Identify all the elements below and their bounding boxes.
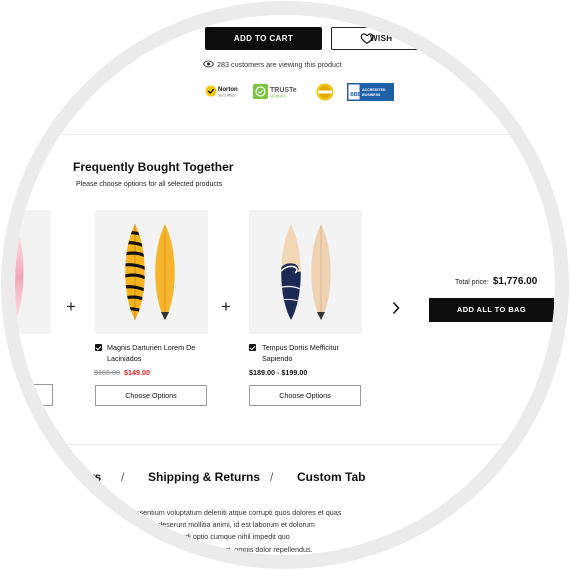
plus-icon: + [66,297,76,316]
section-divider [0,134,570,135]
product-1-old-price: $166.00 [94,368,120,377]
surfboard-image-partial [8,224,24,320]
product-2-name-line1: Tempus Dortis Mefficitur [262,343,339,352]
chevron-right-icon[interactable] [392,301,400,315]
tab-separator: / [270,470,274,484]
product-2-name[interactable]: Tempus Dortis Mefficitur Sapiendo [262,343,372,364]
fbt-subtitle: Please choose options for all selected p… [76,181,223,188]
product-image-2[interactable] [249,210,362,334]
tab-custom[interactable]: Custom Tab [297,470,365,484]
partial-product-link[interactable]: Quam [0,344,19,351]
tab-description: his praesentium voluptatum deleniti atqu… [114,507,364,556]
screenshot-stage: ADD TO CART WISH 283 customers are viewi… [0,0,570,570]
add-to-cart-button[interactable]: ADD TO CART [205,27,322,50]
product-1-name-line1: Magnis Darturien Lorem De [107,343,196,352]
product-page: ADD TO CART WISH 283 customers are viewi… [0,0,570,570]
total-price: Total price: $1,776.00 [455,276,537,287]
norton-badge: Norton SECURED [205,85,238,98]
viewer-text: 283 customers are viewing this product [217,60,342,69]
svg-text:BBB: BBB [350,92,361,98]
product-image-partial[interactable] [0,210,51,334]
tab-shipping-returns[interactable]: Shipping & Returns [148,470,260,484]
bbb-badge: BBB ACCREDITED BUSINESS [347,83,394,101]
product-1-name-line2: Laciniados [107,353,142,363]
product-2-choose-options-button[interactable]: Choose Options [249,385,361,406]
section-divider [0,444,570,445]
norton-sub: SECURED [218,94,236,98]
wishlist-button[interactable]: WISH [331,27,431,50]
product-2-checkbox[interactable] [249,344,256,351]
description-line: tua qui officia deserunt mollitia animi,… [114,520,315,530]
fbt-title: Frequently Bought Together [73,160,234,174]
truste-badge: TRUSTe VERIFIED [253,84,297,99]
tab-partial[interactable]: rs [90,470,101,484]
svg-text:BUSINESS: BUSINESS [362,93,381,97]
viewer-count: 283 customers are viewing this product [203,60,342,69]
surfboard-image-wave [281,224,331,320]
total-label: Total price: [455,279,489,286]
total-value: $1,776.00 [492,276,538,287]
product-1-name[interactable]: Magnis Darturien Lorem De Laciniados [107,343,217,364]
product-1-sale-price: $149.00 [124,368,150,377]
plus-icon: + [221,297,231,316]
description-line: mus, omnis voluptas assumenda est, omnis… [114,544,313,554]
product-1-checkbox[interactable] [95,344,102,351]
heart-icon [360,33,374,44]
product-image-1[interactable] [95,210,208,334]
description-line: his praesentium voluptatum deleniti atqu… [114,508,342,517]
truste-text: TRUSTe [270,87,297,94]
product-2-name-line2: Sapiendo [262,353,293,363]
surfboard-image-tiger [125,224,175,320]
svg-text:ACCREDITED: ACCREDITED [362,88,386,92]
truste-sub: VERIFIED [270,95,287,99]
norton-text: Norton [218,87,238,93]
tab-separator: / [121,470,125,484]
eye-icon [203,60,214,68]
product-1-choose-options-button[interactable]: Choose Options [95,385,207,406]
add-all-to-bag-button[interactable]: ADD ALL TO BAG [429,298,554,322]
seal-icon [316,83,334,101]
partial-choose-button[interactable] [0,384,53,406]
description-line: soluta nobis est eligendi optio cumque n… [114,532,290,542]
product-2-price-range: $189.00 - $199.00 [249,368,308,377]
